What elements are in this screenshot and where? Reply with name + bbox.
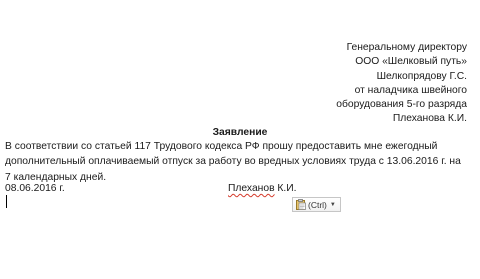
document-title: Заявление: [212, 127, 268, 138]
signature-surname: Плеханов: [228, 183, 275, 194]
addressee-line: Генеральному директору: [346, 42, 467, 53]
addressee-block: Генеральному директору ООО «Шелковый пут…: [297, 41, 467, 127]
document-page: Генеральному директору ООО «Шелковый пут…: [0, 0, 480, 279]
document-body: В соответствии со статьей 117 Трудового …: [5, 139, 475, 185]
paste-options-label: (Ctrl): [308, 199, 327, 210]
addressee-line: оборудования 5-го разряда: [336, 99, 467, 111]
chevron-down-icon: ▼: [329, 201, 336, 208]
paste-options-button[interactable]: (Ctrl) ▼: [292, 197, 341, 212]
addressee-line: Шелкопрядову Г.С.: [376, 70, 467, 82]
clipboard-icon: [296, 199, 306, 210]
document-date: 08.06.2016 г.: [5, 183, 65, 194]
addressee-line: ООО «Шелковый путь»: [355, 56, 467, 68]
signature-initials: К.И.: [274, 183, 297, 194]
body-line: дополнительный оплачиваемый отпуск за ра…: [5, 156, 461, 168]
body-line: В соответствии со статьей 117 Трудового …: [5, 141, 438, 152]
signature: Плеханов К.И.: [228, 182, 297, 195]
addressee-line: от наладчика швейного: [354, 84, 467, 96]
addressee-line: Плеханова К.И.: [392, 113, 467, 125]
text-cursor: [6, 195, 7, 208]
